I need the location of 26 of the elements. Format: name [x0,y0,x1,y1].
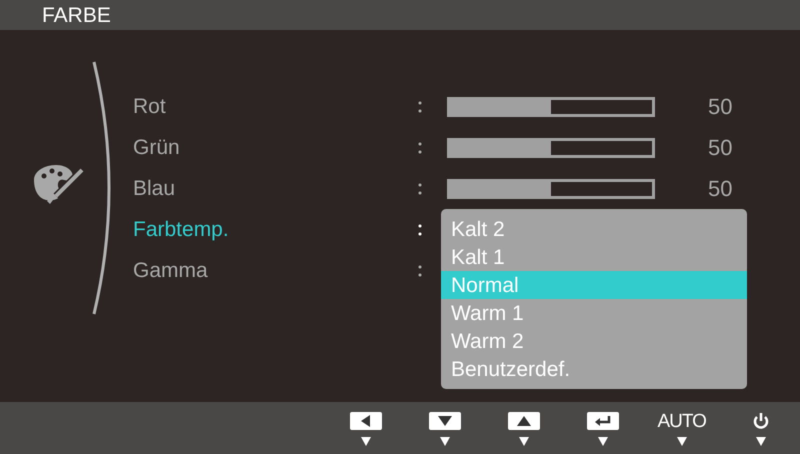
menu-item[interactable]: Gamma [133,254,418,286]
slider-track[interactable] [447,138,655,158]
auto-button[interactable]: AUTO [658,412,706,430]
menu-item[interactable]: Grün [133,132,418,164]
slider-value: 50 [708,175,732,203]
slider-value: 50 [708,134,732,162]
slider-track[interactable] [447,178,655,198]
power-icon[interactable] [752,412,769,430]
down-triangle-icon [756,437,766,446]
menu-item[interactable]: Farbtemp. [133,214,418,246]
colon-icon [418,224,422,236]
down-triangle-icon [676,437,687,446]
menu-title: FARBE [42,4,111,26]
slider-track[interactable] [447,96,655,116]
down-triangle-icon [519,437,530,446]
down-triangle-icon [361,437,372,446]
enter-icon[interactable] [586,412,619,430]
colon-icon [418,182,422,194]
colon-icon [418,142,422,154]
menu-item[interactable]: Rot [133,90,418,122]
menu-item[interactable]: Blau [133,172,418,204]
colon-icon [418,100,422,112]
down-triangle-icon [440,437,450,446]
slider-value: 50 [708,93,732,121]
colon-icon [418,264,422,276]
down-triangle-icon [598,437,608,446]
